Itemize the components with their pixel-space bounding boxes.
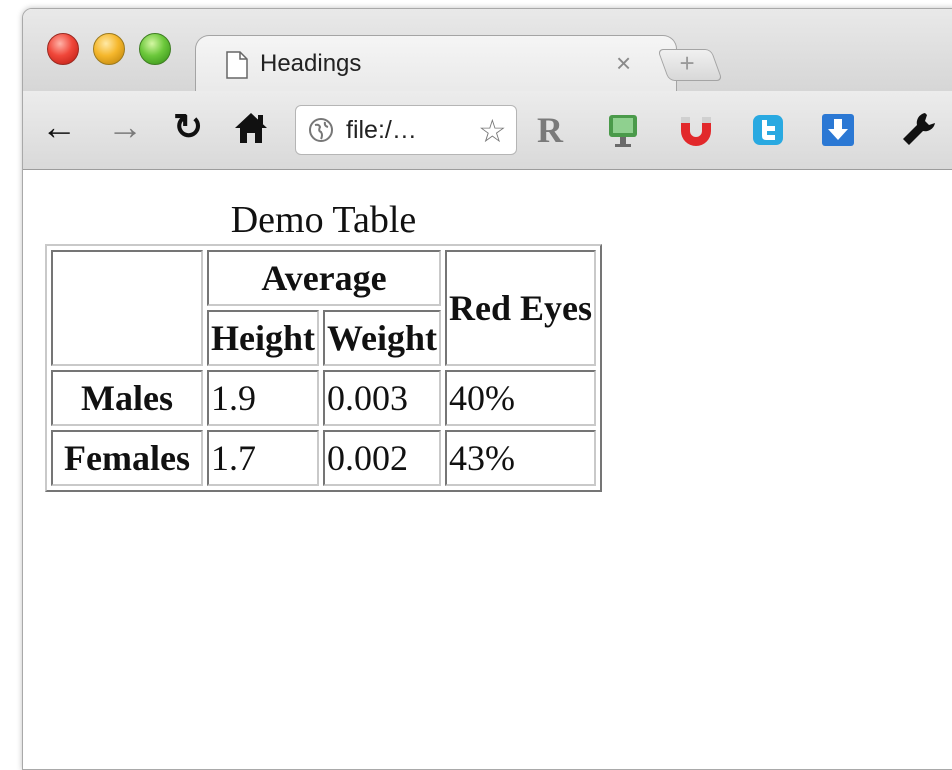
cell-males-weight: 0.003 — [323, 370, 442, 426]
globe-icon — [309, 118, 333, 142]
demo-table: Demo Table Average Red Eyes Height Weigh… — [45, 198, 603, 492]
table-row: Males 1.9 0.003 40% — [51, 370, 597, 426]
height-header: Height — [207, 310, 319, 366]
bookmark-star-icon[interactable]: ☆ — [478, 112, 507, 150]
cell-males-height: 1.9 — [207, 370, 319, 426]
close-window-button[interactable] — [47, 33, 79, 65]
toolbar: ← → ↻ file:/… ☆ R — [23, 91, 952, 170]
new-tab-button[interactable]: + — [657, 48, 723, 81]
tab-strip: Headings × + — [23, 9, 952, 94]
url-text: file:/… — [346, 116, 417, 144]
address-bar[interactable]: file:/… ☆ — [295, 105, 517, 155]
cell-females-height: 1.7 — [207, 430, 319, 486]
home-icon[interactable] — [233, 111, 269, 145]
cell-females-weight: 0.002 — [323, 430, 442, 486]
average-header: Average — [207, 250, 442, 306]
zoom-window-button[interactable] — [139, 33, 171, 65]
extension-r-icon[interactable]: R — [537, 109, 563, 151]
page-icon — [226, 51, 248, 79]
weight-header: Weight — [323, 310, 442, 366]
wrench-icon[interactable] — [899, 109, 939, 149]
download-icon[interactable] — [819, 111, 857, 149]
reload-icon[interactable]: ↻ — [173, 107, 203, 147]
table-row: Females 1.7 0.002 43% — [51, 430, 597, 486]
browser-window: Headings × + ← → ↻ file:/… ☆ R Demo Tabl… — [22, 8, 952, 770]
minimize-window-button[interactable] — [93, 33, 125, 65]
page-content: Demo Table Average Red Eyes Height Weigh… — [23, 170, 952, 769]
row-header-males: Males — [51, 370, 203, 426]
cell-males-red-eyes: 40% — [445, 370, 597, 426]
twitter-icon[interactable] — [749, 111, 787, 149]
close-tab-icon[interactable]: × — [616, 48, 631, 79]
tab-title: Headings — [260, 50, 362, 77]
forward-icon[interactable]: → — [107, 107, 143, 147]
extension-monitor-icon[interactable] — [605, 111, 643, 149]
cell-females-red-eyes: 43% — [445, 430, 597, 486]
plus-icon: + — [679, 48, 695, 78]
extension-magnet-icon[interactable] — [677, 111, 715, 149]
table-caption: Demo Table — [230, 199, 417, 241]
corner-header-cell — [51, 250, 203, 366]
back-icon[interactable]: ← — [41, 107, 77, 147]
row-header-females: Females — [51, 430, 203, 486]
tab-headings[interactable]: Headings × — [195, 35, 677, 94]
red-eyes-header: Red Eyes — [445, 250, 597, 366]
